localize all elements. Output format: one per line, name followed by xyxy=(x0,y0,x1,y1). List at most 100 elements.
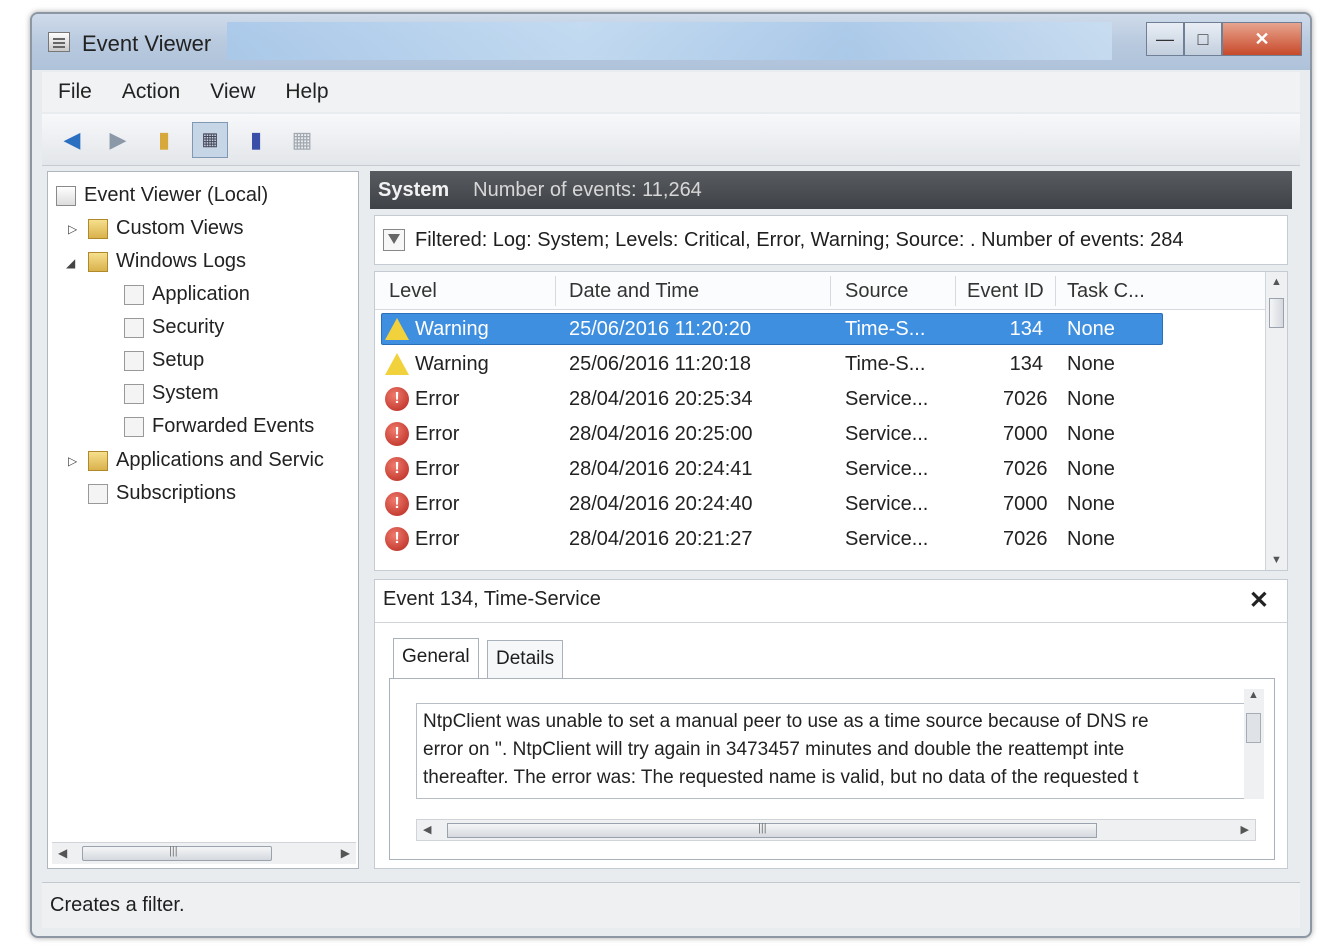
menu-help[interactable]: Help xyxy=(285,80,328,104)
forward-button[interactable]: ▶ xyxy=(100,122,136,158)
tree-item-forwarded-events[interactable]: Forwarded Events xyxy=(124,415,314,438)
window-title: Event Viewer xyxy=(82,31,212,56)
event-row[interactable]: Warning 25/06/2016 11:20:18 Time-S... 13… xyxy=(375,347,1265,381)
menu-view[interactable]: View xyxy=(210,80,255,104)
column-date-and-time[interactable]: Date and Time xyxy=(569,280,699,303)
tree-item-label: System xyxy=(152,382,219,404)
expand-arrow-icon[interactable]: ▷ xyxy=(68,222,77,236)
filter-bar: Filtered: Log: System; Levels: Critical,… xyxy=(374,215,1288,265)
scrollbar-thumb[interactable] xyxy=(1246,713,1261,743)
column-level[interactable]: Level xyxy=(389,280,437,303)
tree-item-custom-views[interactable]: Custom Views xyxy=(88,217,243,240)
cell-event-id: 134 xyxy=(1009,353,1043,375)
subscriptions-icon xyxy=(88,483,108,504)
close-details-icon[interactable]: ✕ xyxy=(1249,586,1269,615)
tree-item-application[interactable]: Application xyxy=(124,283,250,306)
console-tree-icon: ▦ xyxy=(201,129,219,149)
grid-icon: ▦ xyxy=(291,126,313,152)
tree-item-setup[interactable]: Setup xyxy=(124,349,204,372)
cell-source: Service... xyxy=(845,528,929,550)
status-text: Creates a filter. xyxy=(50,894,185,916)
expand-arrow-icon[interactable]: ▷ xyxy=(68,454,77,468)
event-list-vertical-scrollbar[interactable]: ▲ ▼ xyxy=(1265,272,1287,570)
cell-source: Time-S... xyxy=(845,318,926,340)
cell-date-time: 25/06/2016 11:20:20 xyxy=(569,318,752,340)
cell-task-category: None xyxy=(1067,493,1115,515)
tree-horizontal-scrollbar[interactable]: ◀ ▶ xyxy=(52,842,356,864)
filter-description: Filtered: Log: System; Levels: Critical,… xyxy=(415,228,1184,251)
event-message-text[interactable]: NtpClient was unable to set a manual pee… xyxy=(416,703,1256,799)
show-hide-tree-button[interactable]: ▦ xyxy=(192,121,228,158)
cell-date-time: 28/04/2016 20:25:00 xyxy=(569,423,753,445)
help-button[interactable]: ▮ xyxy=(238,122,274,158)
scroll-up-icon[interactable]: ▲ xyxy=(1271,276,1282,288)
scroll-left-icon[interactable]: ◀ xyxy=(423,823,431,836)
column-separator[interactable] xyxy=(1055,276,1056,306)
cell-event-id: 134 xyxy=(1009,318,1043,340)
close-icon: ✕ xyxy=(1254,28,1270,49)
cell-task-category: None xyxy=(1067,528,1115,550)
cell-date-time: 28/04/2016 20:24:40 xyxy=(569,493,753,515)
event-details-pane: Event 134, Time-Service ✕ General Detail… xyxy=(374,579,1288,869)
log-icon xyxy=(124,284,144,305)
tree-item-label: Subscriptions xyxy=(116,482,237,504)
event-row[interactable]: ! Error 28/04/2016 20:25:00 Service... 7… xyxy=(375,417,1265,451)
scroll-right-icon[interactable]: ▶ xyxy=(1241,823,1249,836)
details-horizontal-scrollbar[interactable]: ◀ ▶ xyxy=(416,819,1256,841)
event-row[interactable]: ! Error 28/04/2016 20:21:27 Service... 7… xyxy=(375,522,1265,556)
title-bar[interactable]: Event Viewer — □ ✕ xyxy=(32,14,1310,70)
cell-event-id: 7000 xyxy=(1003,423,1048,445)
back-button[interactable]: ◀ xyxy=(54,122,90,158)
tab-general[interactable]: General xyxy=(393,638,479,678)
scroll-up-icon[interactable]: ▲ xyxy=(1248,689,1259,701)
tree-item-label: Application xyxy=(152,283,250,305)
column-separator[interactable] xyxy=(955,276,956,306)
event-row[interactable]: ! Error 28/04/2016 20:24:41 Service... 7… xyxy=(375,452,1265,486)
cell-level: Error xyxy=(415,423,460,445)
cell-source: Time-S... xyxy=(845,353,926,375)
maximize-button[interactable]: □ xyxy=(1184,22,1222,56)
show-hide-action-pane-button[interactable]: ▦ xyxy=(284,122,320,158)
scroll-right-icon[interactable]: ▶ xyxy=(341,846,350,860)
tree-item-windows-logs[interactable]: Windows Logs xyxy=(88,250,246,273)
folder-icon xyxy=(88,251,108,272)
tree-item-system[interactable]: System xyxy=(124,382,219,405)
column-separator[interactable] xyxy=(555,276,556,306)
menu-action[interactable]: Action xyxy=(122,80,180,104)
event-row[interactable]: ! Error 28/04/2016 20:24:40 Service... 7… xyxy=(375,487,1265,521)
minimize-button[interactable]: — xyxy=(1146,22,1184,56)
general-tab-content: NtpClient was unable to set a manual pee… xyxy=(389,678,1275,860)
log-header: System Number of events: 11,264 xyxy=(370,171,1292,209)
tree-item-label: Applications and Servic xyxy=(116,449,324,471)
filter-icon xyxy=(383,229,405,251)
scroll-left-icon[interactable]: ◀ xyxy=(58,846,67,860)
cell-task-category: None xyxy=(1067,353,1115,375)
scrollbar-thumb[interactable] xyxy=(82,845,272,861)
column-task-category[interactable]: Task C... xyxy=(1067,280,1145,303)
tree-item-event-viewer-local[interactable]: Event Viewer (Local) xyxy=(56,184,268,207)
close-button[interactable]: ✕ xyxy=(1222,22,1302,56)
menu-bar: File Action View Help xyxy=(42,72,1300,112)
column-source[interactable]: Source xyxy=(845,280,908,303)
column-event-id[interactable]: Event ID xyxy=(967,280,1044,303)
scrollbar-thumb[interactable] xyxy=(1269,298,1284,328)
cell-task-category: None xyxy=(1067,423,1115,445)
scroll-down-icon[interactable]: ▼ xyxy=(1271,554,1282,566)
tree-item-subscriptions[interactable]: Subscriptions xyxy=(88,482,236,505)
details-vertical-scrollbar[interactable]: ▲ xyxy=(1244,689,1264,799)
cell-task-category: None xyxy=(1067,318,1115,340)
event-row[interactable]: Warning 25/06/2016 11:20:20 Time-S... 13… xyxy=(375,312,1265,346)
menu-file[interactable]: File xyxy=(58,80,92,104)
column-separator[interactable] xyxy=(830,276,831,306)
tree-item-security[interactable]: Security xyxy=(124,316,224,339)
up-folder-button[interactable]: ▮ xyxy=(146,122,182,158)
scrollbar-thumb[interactable] xyxy=(447,822,1097,838)
maximize-icon: □ xyxy=(1197,28,1209,49)
event-row[interactable]: ! Error 28/04/2016 20:25:34 Service... 7… xyxy=(375,382,1265,416)
message-line: NtpClient was unable to set a manual pee… xyxy=(423,711,1149,732)
log-pane: System Number of events: 11,264 Filtered… xyxy=(370,171,1292,869)
tree-item-applications-and-services[interactable]: Applications and Servic xyxy=(88,449,324,472)
collapse-arrow-icon[interactable]: ◢ xyxy=(66,256,75,270)
tab-details[interactable]: Details xyxy=(487,640,564,678)
cell-level: Error xyxy=(415,493,460,515)
